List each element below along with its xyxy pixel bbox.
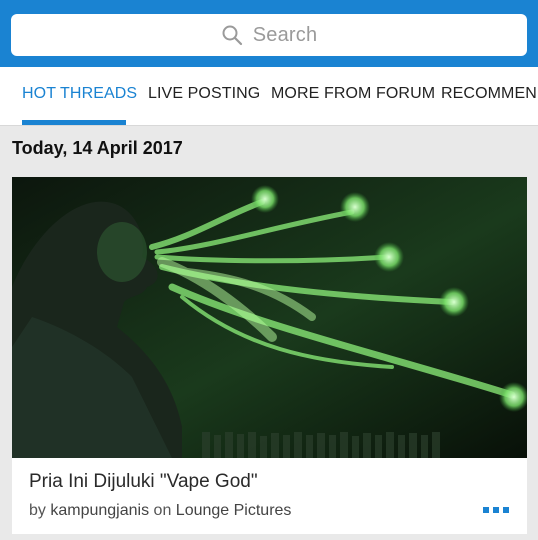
tab-recommend[interactable]: RECOMMEND [441, 67, 538, 125]
thread-byline: by kampungjanis on Lounge Pictures [29, 502, 291, 520]
byline-on: on [153, 502, 172, 519]
thread-card[interactable]: Pria Ini Dijuluki "Vape God" by kampungj… [12, 177, 527, 534]
dot [503, 507, 509, 513]
search-input[interactable]: Search [11, 14, 527, 56]
tab-hot-threads[interactable]: HOT THREADS [22, 67, 137, 125]
dot [483, 507, 489, 513]
tab-live-posting[interactable]: LIVE POSTING [148, 67, 260, 125]
forum-link[interactable]: Lounge Pictures [176, 502, 292, 519]
search-icon [222, 25, 242, 46]
more-dots-icon[interactable] [483, 507, 509, 513]
thread-title[interactable]: Pria Ini Dijuluki "Vape God" [29, 471, 258, 493]
tab-more-from-forum[interactable]: MORE FROM FORUM [271, 67, 435, 125]
tab-bar: HOT THREADS LIVE POSTING MORE FROM FORUM… [0, 67, 538, 126]
dot [493, 507, 499, 513]
byline-prefix: by [29, 502, 46, 519]
thread-thumbnail-image[interactable] [12, 177, 527, 458]
author-link[interactable]: kampungjanis [50, 502, 149, 519]
top-bar: Search [0, 0, 538, 67]
active-tab-indicator [22, 120, 126, 125]
date-header: Today, 14 April 2017 [12, 138, 183, 158]
search-placeholder: Search [252, 23, 318, 46]
